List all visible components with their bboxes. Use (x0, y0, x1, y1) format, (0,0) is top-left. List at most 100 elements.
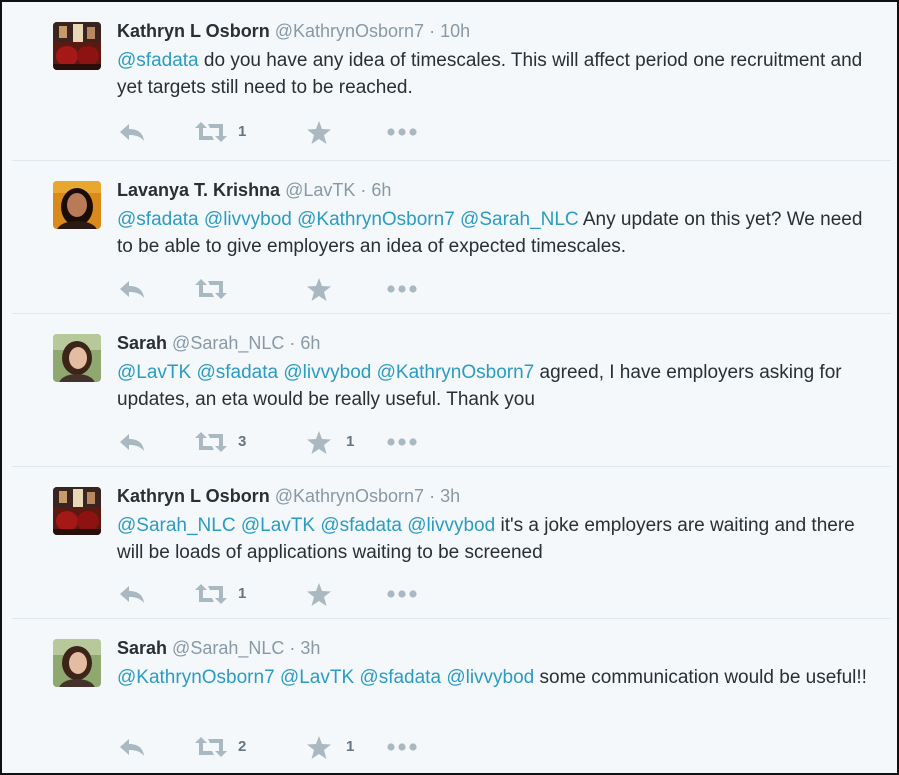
kathryn-avatar[interactable] (53, 487, 101, 535)
more-button[interactable] (387, 734, 417, 760)
mention-link[interactable]: @sfadata (196, 362, 278, 383)
more-icon (387, 438, 417, 446)
tweet[interactable]: Kathryn L Osborn @KathrynOsborn7 · 10h @s… (12, 2, 891, 160)
retweet-icon (195, 279, 227, 299)
mention-link[interactable]: @sfadata (320, 515, 402, 536)
timestamp[interactable]: 3h (440, 486, 460, 506)
separator-dot: · (429, 21, 436, 41)
retweet-icon (195, 432, 227, 452)
more-icon (387, 590, 417, 598)
more-icon (387, 128, 417, 136)
timestamp[interactable]: 6h (300, 333, 320, 353)
mention-link[interactable]: @livvybod (407, 515, 495, 536)
retweet-count: 1 (238, 585, 247, 602)
reply-icon (119, 737, 145, 757)
mention-link[interactable]: @LavTK (280, 667, 354, 688)
mention-link[interactable]: @livvybod (204, 209, 292, 230)
retweet-button[interactable] (195, 734, 227, 760)
retweet-button[interactable] (195, 429, 227, 455)
mention-link[interactable]: @LavTK (117, 362, 191, 383)
more-icon (387, 285, 417, 293)
favorite-button[interactable] (307, 276, 331, 302)
more-icon (387, 743, 417, 751)
more-button[interactable] (387, 119, 417, 145)
star-icon (307, 120, 331, 144)
author-name[interactable]: Kathryn L Osborn (117, 21, 270, 41)
author-handle[interactable]: @KathrynOsborn7 (275, 21, 424, 41)
tweet-timeline: Kathryn L Osborn @KathrynOsborn7 · 10h @s… (0, 0, 899, 775)
tweet-header: Kathryn L Osborn @KathrynOsborn7 · 3h (117, 485, 460, 507)
favorite-button[interactable] (307, 119, 331, 145)
mention-link[interactable]: @livvybod (283, 362, 371, 383)
author-handle[interactable]: @LavTK (285, 180, 355, 200)
reply-icon (119, 432, 145, 452)
tweet-text: @Sarah_NLC @LavTK @sfadata @livvybod it'… (117, 512, 877, 566)
tweet-text: @sfadata @livvybod @KathrynOsborn7 @Sara… (117, 206, 877, 260)
reply-button[interactable] (119, 734, 145, 760)
retweet-button[interactable] (195, 276, 227, 302)
tweet-text: @sfadata do you have any idea of timesca… (117, 47, 877, 101)
mention-link[interactable]: @KathrynOsborn7 (117, 667, 275, 688)
favorite-count: 1 (346, 433, 355, 450)
kathryn-avatar[interactable] (53, 22, 101, 70)
retweet-icon (195, 737, 227, 757)
mention-link[interactable]: @sfadata (117, 209, 199, 230)
separator-dot: · (289, 638, 296, 658)
sarah-avatar[interactable] (53, 334, 101, 382)
star-icon (307, 735, 331, 759)
author-handle[interactable]: @Sarah_NLC (172, 638, 284, 658)
tweet[interactable]: Lavanya T. Krishna @LavTK · 6h @sfadata @… (12, 160, 891, 314)
more-button[interactable] (387, 581, 417, 607)
mention-link[interactable]: @sfadata (117, 50, 199, 71)
timestamp[interactable]: 6h (371, 180, 391, 200)
mention-link[interactable]: @KathrynOsborn7 (377, 362, 535, 383)
tweet-header: Sarah @Sarah_NLC · 6h (117, 332, 320, 354)
tweet-actions: 31 (117, 429, 437, 455)
reply-button[interactable] (119, 429, 145, 455)
tweet-body: some communication would be useful!! (539, 667, 867, 688)
author-handle[interactable]: @Sarah_NLC (172, 333, 284, 353)
mention-link[interactable]: @Sarah_NLC (460, 209, 579, 230)
lavanya-avatar[interactable] (53, 181, 101, 229)
reply-icon (119, 279, 145, 299)
favorite-count: 1 (346, 738, 355, 755)
retweet-count: 2 (238, 738, 247, 755)
more-button[interactable] (387, 429, 417, 455)
tweet[interactable]: Sarah @Sarah_NLC · 6h @LavTK @sfadata @li… (12, 313, 891, 467)
separator-dot: · (360, 180, 367, 200)
favorite-button[interactable] (307, 429, 331, 455)
separator-dot: · (289, 333, 296, 353)
retweet-icon (195, 122, 227, 142)
reply-icon (119, 584, 145, 604)
author-handle[interactable]: @KathrynOsborn7 (275, 486, 424, 506)
mention-link[interactable]: @livvybod (446, 667, 534, 688)
tweet-header: Sarah @Sarah_NLC · 3h (117, 637, 320, 659)
mention-link[interactable]: @Sarah_NLC (117, 515, 236, 536)
author-name[interactable]: Kathryn L Osborn (117, 486, 270, 506)
reply-button[interactable] (119, 119, 145, 145)
timestamp[interactable]: 10h (440, 21, 470, 41)
mention-link[interactable]: @KathrynOsborn7 (297, 209, 455, 230)
sarah-avatar[interactable] (53, 639, 101, 687)
tweet-text: @KathrynOsborn7 @LavTK @sfadata @livvybo… (117, 664, 877, 691)
retweet-count: 3 (238, 433, 247, 450)
retweet-button[interactable] (195, 119, 227, 145)
more-button[interactable] (387, 276, 417, 302)
author-name[interactable]: Sarah (117, 333, 167, 353)
reply-button[interactable] (119, 581, 145, 607)
favorite-button[interactable] (307, 581, 331, 607)
reply-icon (119, 122, 145, 142)
timestamp[interactable]: 3h (300, 638, 320, 658)
mention-link[interactable]: @sfadata (359, 667, 441, 688)
author-name[interactable]: Sarah (117, 638, 167, 658)
tweet[interactable]: Kathryn L Osborn @KathrynOsborn7 · 3h @Sa… (12, 466, 891, 619)
retweet-count: 1 (238, 123, 247, 140)
tweet-text: @LavTK @sfadata @livvybod @KathrynOsborn… (117, 359, 877, 413)
reply-button[interactable] (119, 276, 145, 302)
tweet-actions (117, 276, 437, 302)
author-name[interactable]: Lavanya T. Krishna (117, 180, 280, 200)
mention-link[interactable]: @LavTK (241, 515, 315, 536)
favorite-button[interactable] (307, 734, 331, 760)
tweet[interactable]: Sarah @Sarah_NLC · 3h @KathrynOsborn7 @La… (12, 618, 891, 773)
retweet-button[interactable] (195, 581, 227, 607)
